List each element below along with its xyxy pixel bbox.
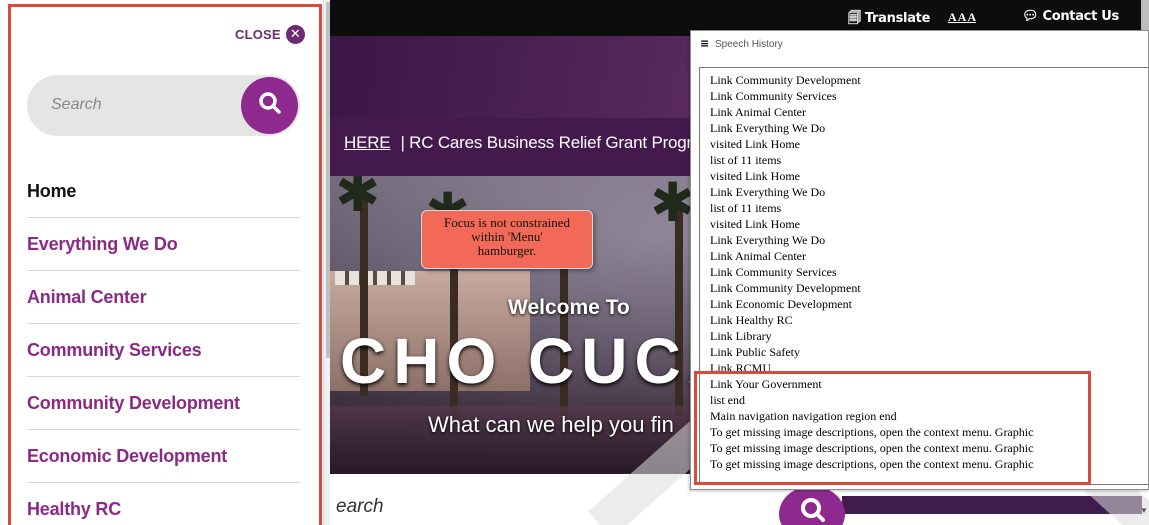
search-icon (259, 92, 281, 114)
menu-search-box (27, 75, 300, 136)
speech-log-line: Link Animal Center (710, 249, 806, 263)
speech-log-line: Link Economic Development (710, 297, 852, 311)
speech-bubble-icon: 💬︎ (1022, 9, 1039, 24)
menu-scrollbar[interactable]: ▼ (323, 0, 330, 525)
translate-link[interactable]: 🗐︎ Translate (848, 9, 930, 31)
close-circle-icon: ✕ (285, 25, 305, 44)
main-navigation: Home Everything We Do Animal Center Comm… (27, 165, 300, 525)
speech-log-line: To get missing image descriptions, open … (710, 425, 1034, 439)
site-search-button[interactable] (779, 486, 845, 525)
nav-item-label: Economic Development (27, 445, 228, 466)
menu-drawer: CLOSE ✕ Home Everything We Do Animal Cen… (0, 0, 330, 525)
nav-item-label: Community Development (27, 392, 240, 413)
hero-tagline: What can we help you fin (428, 412, 674, 437)
scroll-down-arrow-icon[interactable]: ▼ (328, 509, 330, 518)
nav-item-label: Healthy RC (27, 498, 122, 519)
search-bar-accent (842, 496, 1142, 514)
contact-us-label: Contact Us (1042, 9, 1119, 24)
speech-log-line: Link Community Services (710, 265, 837, 279)
speech-log-line: list of 11 items (710, 201, 782, 215)
alert-here-link[interactable]: HERE (344, 133, 391, 152)
nav-item-label: Animal Center (27, 286, 147, 307)
speech-log-line: Link Your Government (710, 377, 822, 391)
speech-log-line: visited Link Home (710, 137, 800, 151)
speech-log-line: To get missing image descriptions, open … (710, 441, 1034, 455)
speech-log-line: Main navigation navigation region end (710, 409, 897, 423)
nav-item-community-development[interactable]: Community Development (27, 377, 300, 430)
translate-label: Translate (864, 11, 931, 26)
nav-item-animal-center[interactable]: Animal Center (27, 271, 300, 324)
speech-log-line: Link Community Development (710, 73, 861, 87)
speech-log-line: visited Link Home (710, 217, 800, 231)
nav-item-healthy-rc[interactable]: Healthy RC (27, 483, 300, 525)
close-menu-label: CLOSE (235, 27, 281, 42)
hamburger-menu-icon[interactable]: ≡ (700, 37, 709, 50)
search-icon (801, 498, 825, 522)
nav-item-economic-development[interactable]: Economic Development (27, 430, 300, 483)
palm-fronds: ✱ (335, 176, 381, 224)
speech-log-line: Link Animal Center (710, 105, 806, 119)
speech-log-line: Link Public Safety (710, 345, 800, 359)
speech-log-line: To get missing image descriptions, open … (710, 457, 1034, 471)
speech-log-line: Link Library (710, 329, 772, 343)
speech-history-titlebar: ≡ Speech History (691, 31, 1148, 58)
nav-item-everything-we-do[interactable]: Everything We Do (27, 218, 300, 271)
speech-log-line: visited Link Home (710, 169, 800, 183)
menu-scrollbar-thumb[interactable] (326, 2, 330, 358)
speech-log-line: list of 11 items (710, 153, 782, 167)
alert-message[interactable]: | RC Cares Business Relief Grant Program (400, 133, 715, 152)
site-search-input[interactable]: earch (336, 496, 384, 518)
speech-history-log[interactable]: Link Community Development Link Community… (699, 67, 1148, 485)
nav-item-label: Home (27, 180, 77, 201)
speech-log-line: Link Community Services (710, 89, 837, 103)
building-windows (335, 271, 415, 285)
speech-log-line: Link Everything We Do (710, 185, 826, 199)
speech-log-line: Link Everything We Do (710, 121, 826, 135)
text-size-control[interactable]: A A A (948, 10, 976, 25)
speech-history-title: Speech History (715, 39, 783, 50)
nav-item-home[interactable]: Home (27, 165, 300, 218)
translate-icon: 🗐︎ (848, 11, 861, 26)
close-menu-button[interactable]: CLOSE ✕ (235, 25, 305, 44)
contact-us-link[interactable]: 💬︎ Contact Us (1022, 9, 1119, 24)
speech-log-line: Link Healthy RC (710, 313, 793, 327)
speech-log-line: Link RCMU (710, 361, 772, 375)
speech-history-window: ≡ Speech History Link Community Developm… (690, 30, 1149, 490)
menu-search-button[interactable] (241, 77, 298, 134)
callout-text: Focus is not constrained within 'Menu' h… (443, 215, 570, 258)
scroll-down-arrow-icon[interactable]: ▼ (1140, 506, 1148, 515)
nav-item-label: Community Services (27, 339, 202, 360)
nav-item-label: Everything We Do (27, 233, 178, 254)
hero-city-name: CHO CUCA (340, 325, 741, 397)
speech-log-line: Link Everything We Do (710, 233, 826, 247)
palm-fronds: ✱ (650, 176, 696, 234)
hero-welcome: Welcome To (508, 296, 630, 319)
menu-search-input[interactable] (51, 92, 221, 118)
speech-log-line: list end (710, 393, 745, 407)
speech-log-line: Link Community Development (710, 281, 861, 295)
nav-item-community-services[interactable]: Community Services (27, 324, 300, 377)
annotation-callout: Focus is not constrained within 'Menu' h… (421, 210, 593, 269)
